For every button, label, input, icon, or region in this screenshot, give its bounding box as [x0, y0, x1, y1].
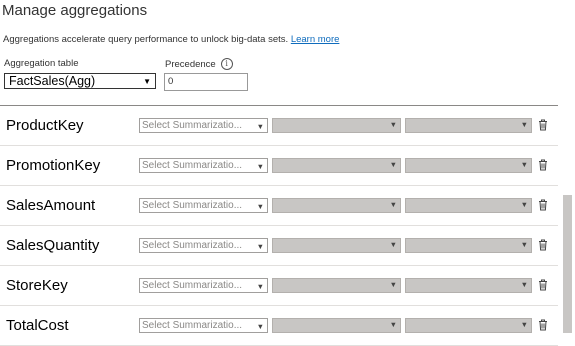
precedence-input[interactable]: 0	[164, 73, 248, 91]
chevron-down-icon: ▼	[520, 280, 528, 289]
dialog-subtitle: Aggregations accelerate query performanc…	[3, 34, 339, 45]
chevron-down-icon: ▼	[520, 240, 528, 249]
column-name: PromotionKey	[6, 157, 101, 174]
column-name: SalesAmount	[6, 197, 96, 214]
chevron-down-icon: ▼	[254, 160, 264, 172]
trash-icon[interactable]	[538, 319, 548, 331]
chevron-down-icon: ▼	[389, 120, 397, 129]
summarization-placeholder: Select Summarizatio...	[142, 240, 243, 251]
trash-icon[interactable]	[538, 199, 548, 211]
detail-column-select[interactable]: ▼	[405, 318, 532, 333]
precedence-label-group: Precedence i	[165, 58, 233, 70]
chevron-down-icon: ▼	[389, 280, 397, 289]
chevron-down-icon: ▼	[254, 240, 264, 252]
aggregation-rows: ProductKey Select Summarizatio... ▼ ▼ ▼ P…	[0, 106, 558, 346]
chevron-down-icon: ▼	[254, 120, 264, 132]
detail-table-select[interactable]: ▼	[272, 278, 401, 293]
chevron-down-icon: ▼	[520, 200, 528, 209]
chevron-down-icon: ▼	[389, 320, 397, 329]
subtitle-text: Aggregations accelerate query performanc…	[3, 34, 289, 45]
summarization-select[interactable]: Select Summarizatio... ▼	[139, 118, 268, 133]
detail-table-select[interactable]: ▼	[272, 198, 401, 213]
detail-table-select[interactable]: ▼	[272, 318, 401, 333]
detail-table-select[interactable]: ▼	[272, 158, 401, 173]
summarization-placeholder: Select Summarizatio...	[142, 280, 243, 291]
precedence-label: Precedence	[165, 58, 216, 70]
trash-icon[interactable]	[538, 159, 548, 171]
table-row: StoreKey Select Summarizatio... ▼ ▼ ▼	[0, 266, 558, 306]
table-row: PromotionKey Select Summarizatio... ▼ ▼ ▼	[0, 146, 558, 186]
chevron-down-icon: ▼	[389, 200, 397, 209]
summarization-select[interactable]: Select Summarizatio... ▼	[139, 198, 268, 213]
aggregation-table-select[interactable]: FactSales(Agg) ▼	[4, 73, 156, 89]
chevron-down-icon: ▼	[520, 120, 528, 129]
column-name: TotalCost	[6, 317, 69, 334]
chevron-down-icon: ▼	[254, 320, 264, 332]
detail-column-select[interactable]: ▼	[405, 158, 532, 173]
summarization-select[interactable]: Select Summarizatio... ▼	[139, 318, 268, 333]
detail-column-select[interactable]: ▼	[405, 118, 532, 133]
learn-more-link[interactable]: Learn more	[291, 34, 340, 45]
table-row: ProductKey Select Summarizatio... ▼ ▼ ▼	[0, 106, 558, 146]
detail-table-select[interactable]: ▼	[272, 118, 401, 133]
table-row: SalesAmount Select Summarizatio... ▼ ▼ ▼	[0, 186, 558, 226]
summarization-placeholder: Select Summarizatio...	[142, 160, 243, 171]
chevron-down-icon: ▼	[389, 240, 397, 249]
column-name: StoreKey	[6, 277, 68, 294]
column-name: ProductKey	[6, 117, 84, 134]
trash-icon[interactable]	[538, 239, 548, 251]
table-row: TotalCost Select Summarizatio... ▼ ▼ ▼	[0, 306, 558, 346]
trash-icon[interactable]	[538, 119, 548, 131]
aggregation-table-label: Aggregation table	[4, 58, 79, 69]
chevron-down-icon: ▼	[520, 320, 528, 329]
summarization-placeholder: Select Summarizatio...	[142, 320, 243, 331]
scrollbar-thumb[interactable]	[563, 195, 572, 333]
summarization-select[interactable]: Select Summarizatio... ▼	[139, 158, 268, 173]
summarization-select[interactable]: Select Summarizatio... ▼	[139, 238, 268, 253]
table-row: SalesQuantity Select Summarizatio... ▼ ▼ …	[0, 226, 558, 266]
detail-column-select[interactable]: ▼	[405, 278, 532, 293]
chevron-down-icon: ▼	[254, 200, 264, 212]
summarization-placeholder: Select Summarizatio...	[142, 120, 243, 131]
dialog-title: Manage aggregations	[2, 2, 148, 19]
detail-column-select[interactable]: ▼	[405, 198, 532, 213]
chevron-down-icon: ▼	[254, 280, 264, 292]
chevron-down-icon: ▼	[520, 160, 528, 169]
column-name: SalesQuantity	[6, 237, 100, 254]
aggregation-table-value: FactSales(Agg)	[9, 74, 96, 88]
detail-column-select[interactable]: ▼	[405, 238, 532, 253]
detail-table-select[interactable]: ▼	[272, 238, 401, 253]
chevron-down-icon: ▼	[389, 160, 397, 169]
summarization-select[interactable]: Select Summarizatio... ▼	[139, 278, 268, 293]
info-icon[interactable]: i	[220, 58, 233, 70]
chevron-down-icon: ▼	[143, 77, 151, 86]
summarization-placeholder: Select Summarizatio...	[142, 200, 243, 211]
trash-icon[interactable]	[538, 279, 548, 291]
